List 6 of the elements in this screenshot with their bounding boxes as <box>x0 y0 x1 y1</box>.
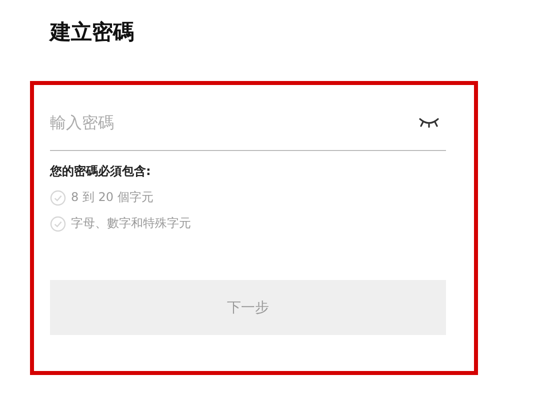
page-title: 建立密碼 <box>50 19 134 46</box>
requirement-label: 字母、數字和特殊字元 <box>71 215 191 232</box>
requirements-heading: 您的密碼必須包含: <box>50 163 152 180</box>
requirement-label: 8 到 20 個字元 <box>71 189 154 206</box>
password-field[interactable]: 輸入密碼 <box>50 100 446 151</box>
eye-icon[interactable] <box>418 116 440 128</box>
